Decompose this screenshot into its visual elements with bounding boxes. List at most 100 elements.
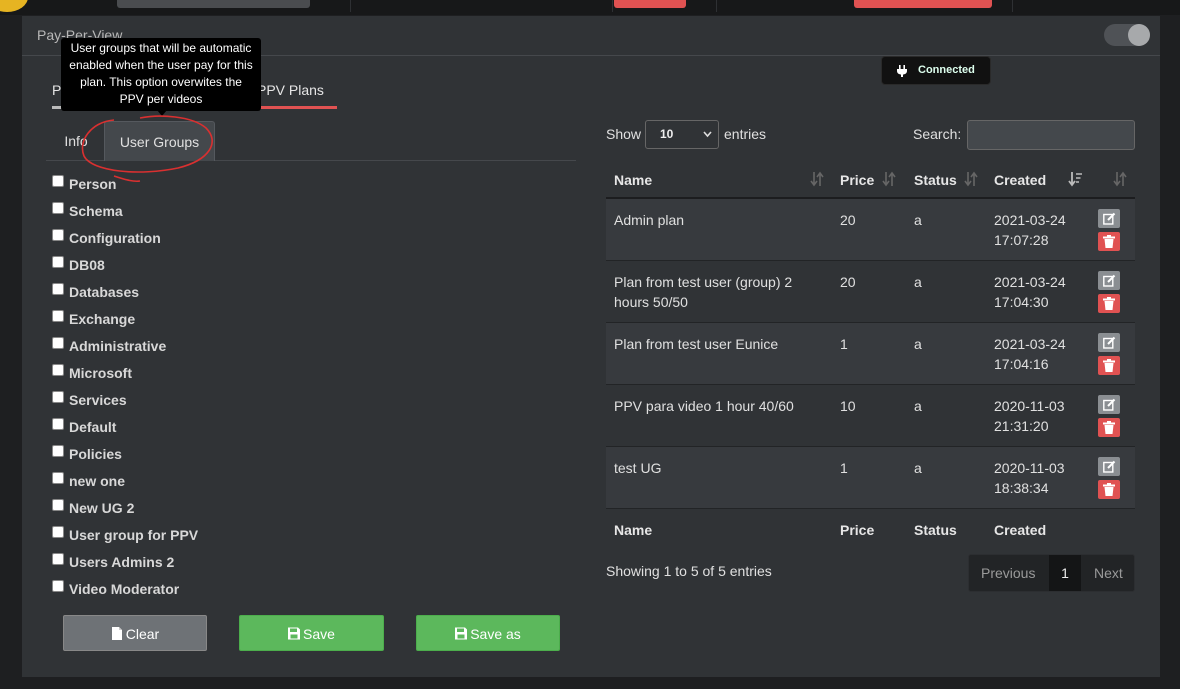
plan-name: test UG <box>614 460 662 476</box>
created-time: 17:04:16 <box>994 356 1049 372</box>
plan-status: a <box>914 336 922 352</box>
user-group-checkbox[interactable]: Exchange <box>52 309 135 329</box>
checkbox[interactable] <box>52 364 64 376</box>
created-time: 18:38:34 <box>994 480 1049 496</box>
pagination: Previous 1 Next <box>968 554 1135 592</box>
user-group-checkbox[interactable]: DB08 <box>52 255 105 275</box>
next-page-button[interactable]: Next <box>1094 555 1123 591</box>
sort-descending-icon[interactable] <box>1068 171 1082 187</box>
plan-name-line: hours 50/50 <box>614 294 688 310</box>
user-group-checkbox[interactable]: User group for PPV <box>52 525 198 545</box>
checkbox[interactable] <box>52 472 64 484</box>
checkbox[interactable] <box>52 229 64 241</box>
user-group-checkbox[interactable]: new one <box>52 471 125 491</box>
user-group-checkbox[interactable]: Configuration <box>52 228 161 248</box>
user-group-label: Schema <box>69 203 123 219</box>
user-group-checkbox[interactable]: Policies <box>52 444 122 464</box>
user-group-checkbox[interactable]: Services <box>52 390 127 410</box>
save-button[interactable]: Save <box>239 615 384 651</box>
annotation-circle <box>81 115 213 183</box>
checkbox[interactable] <box>52 256 64 268</box>
footer-name: Name <box>614 522 653 538</box>
sort-icon[interactable] <box>810 171 824 187</box>
file-icon <box>111 627 122 640</box>
page-1-button[interactable]: 1 <box>1049 555 1081 591</box>
user-group-checkbox[interactable]: Default <box>52 417 116 437</box>
tooltip: User groups that will be automatic enabl… <box>61 38 261 111</box>
delete-button[interactable] <box>1098 480 1120 499</box>
plan-name: Plan from test user Eunice <box>614 336 779 352</box>
search-input[interactable] <box>967 120 1135 150</box>
plan-status: a <box>914 212 922 228</box>
sort-icon[interactable] <box>1113 171 1127 187</box>
delete-button[interactable] <box>1098 356 1120 375</box>
checkbox[interactable] <box>52 553 64 565</box>
user-group-label: Services <box>69 392 127 408</box>
edit-button[interactable] <box>1098 457 1120 476</box>
column-header-status[interactable]: Status <box>914 172 957 188</box>
user-group-checkbox[interactable]: Video Moderator <box>52 579 179 599</box>
user-group-checkbox[interactable]: Schema <box>52 201 123 221</box>
table-row: Admin plan 20 a 2021-03-24 17:07:28 <box>606 199 1135 261</box>
plug-icon <box>897 65 907 77</box>
edit-button[interactable] <box>1098 209 1120 228</box>
user-group-label: Databases <box>69 284 140 300</box>
edit-icon <box>1103 398 1116 411</box>
checkbox[interactable] <box>52 310 64 322</box>
top-tab-red-wide[interactable] <box>854 0 992 8</box>
sort-icon[interactable] <box>964 171 978 187</box>
edit-button[interactable] <box>1098 333 1120 352</box>
save-as-label: Save as <box>470 626 521 642</box>
top-bar <box>0 0 1180 15</box>
delete-button[interactable] <box>1098 232 1120 251</box>
checkbox[interactable] <box>52 499 64 511</box>
sort-icon[interactable] <box>882 171 896 187</box>
footer-price: Price <box>840 522 875 538</box>
checkbox[interactable] <box>52 202 64 214</box>
checkbox[interactable] <box>52 526 64 538</box>
user-group-label: Policies <box>69 446 122 462</box>
user-group-label: Microsoft <box>69 365 132 381</box>
user-group-checkbox[interactable]: New UG 2 <box>52 498 134 518</box>
checkbox[interactable] <box>52 445 64 457</box>
checkbox[interactable] <box>52 175 64 187</box>
divider <box>612 0 613 12</box>
table-footer: Name Price Status Created <box>606 510 1135 546</box>
checkbox[interactable] <box>52 337 64 349</box>
chevron-down-icon <box>703 131 712 138</box>
column-header-price[interactable]: Price <box>840 172 874 188</box>
delete-button[interactable] <box>1098 418 1120 437</box>
user-group-checkbox[interactable]: Microsoft <box>52 363 132 383</box>
user-group-label: Users Admins 2 <box>69 554 175 570</box>
panel-toggle[interactable] <box>1104 24 1150 46</box>
plan-name-line: Plan from test user (group) 2 <box>614 274 793 290</box>
column-header-name[interactable]: Name <box>614 172 652 188</box>
page-size-select[interactable]: 10 <box>645 120 719 149</box>
save-as-button[interactable]: Save as <box>416 615 560 651</box>
user-group-label: Administrative <box>69 338 167 354</box>
checkbox[interactable] <box>52 391 64 403</box>
checkbox[interactable] <box>52 283 64 295</box>
checkbox[interactable] <box>52 580 64 592</box>
edit-icon <box>1103 460 1116 473</box>
previous-page-button[interactable]: Previous <box>981 555 1035 591</box>
plan-price: 10 <box>840 398 856 414</box>
search-label: Search: <box>913 126 962 142</box>
avatar[interactable] <box>0 0 28 12</box>
top-tab-gray[interactable] <box>117 0 310 8</box>
user-group-label: DB08 <box>69 257 105 273</box>
clear-button[interactable]: Clear <box>63 615 207 651</box>
delete-button[interactable] <box>1098 294 1120 313</box>
user-group-label: Default <box>69 419 117 435</box>
edit-button[interactable] <box>1098 395 1120 414</box>
edit-button[interactable] <box>1098 271 1120 290</box>
page-size-value: 10 <box>660 127 674 141</box>
checkbox[interactable] <box>52 418 64 430</box>
column-header-created[interactable]: Created <box>994 172 1046 188</box>
user-group-checkbox[interactable]: Users Admins 2 <box>52 552 174 572</box>
user-group-label: New UG 2 <box>69 500 135 516</box>
top-tab-red[interactable] <box>614 0 686 8</box>
plan-price: 20 <box>840 212 856 228</box>
user-group-checkbox[interactable]: Administrative <box>52 336 166 356</box>
user-group-checkbox[interactable]: Databases <box>52 282 139 302</box>
